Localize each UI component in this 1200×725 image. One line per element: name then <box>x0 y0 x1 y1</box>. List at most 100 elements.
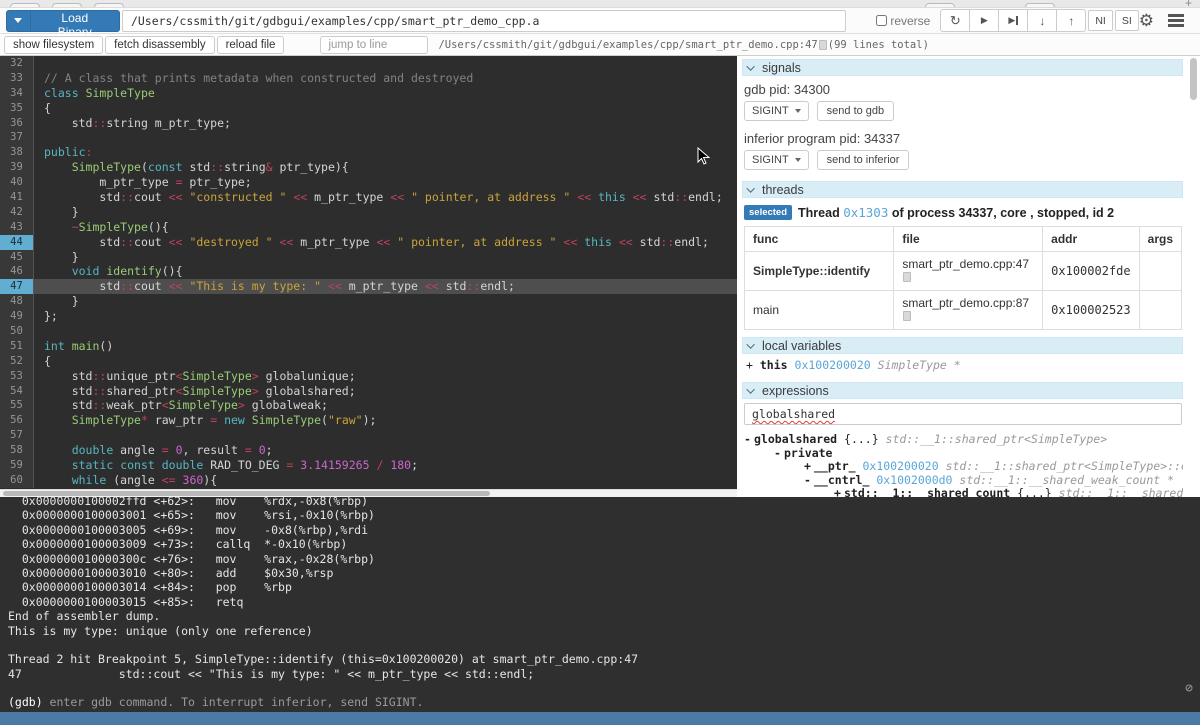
expand-toggle[interactable]: - <box>774 447 784 461</box>
line-number-gutter[interactable]: 55 <box>0 398 34 414</box>
reverse-toggle[interactable]: reverse <box>876 14 930 28</box>
line-number-gutter[interactable]: 45 <box>0 249 34 265</box>
expand-toggle[interactable]: + <box>834 487 844 497</box>
line-number-gutter[interactable]: 38 <box>0 145 34 161</box>
step-into-button[interactable]: ↓ <box>1027 9 1058 32</box>
expand-toggle[interactable]: + <box>804 460 814 474</box>
line-number-gutter[interactable]: 37 <box>0 130 34 146</box>
expressions-panel-header[interactable]: expressions <box>742 382 1183 399</box>
expression-name: std::__1::__shared_count <box>844 487 1018 497</box>
expand-toggle[interactable]: - <box>744 433 754 447</box>
copy-icon[interactable] <box>903 272 912 282</box>
line-number-gutter[interactable]: 46 <box>0 264 34 280</box>
play-icon: ▶ <box>980 15 988 25</box>
line-number-gutter[interactable]: 50 <box>0 324 34 339</box>
reverse-checkbox[interactable] <box>876 15 888 26</box>
line-number-gutter[interactable]: 59 <box>0 458 34 473</box>
code-line: 45 } <box>0 249 737 265</box>
restart-button[interactable]: ↻ <box>940 9 971 32</box>
column-header-args: args <box>1138 226 1183 252</box>
line-number-gutter[interactable]: 52 <box>0 353 34 369</box>
console-line: 0x0000000100003014 <+84>: pop %rbp <box>8 580 292 595</box>
line-number-gutter[interactable]: 41 <box>0 190 34 205</box>
gdb-pid-label: gdb pid: 34300 <box>744 82 831 97</box>
line-number-gutter[interactable]: 35 <box>0 100 34 116</box>
menu-icon[interactable] <box>1168 12 1185 30</box>
line-number-gutter[interactable]: 32 <box>0 56 34 71</box>
next-instruction-button[interactable]: NI <box>1088 10 1113 31</box>
fetch-disassembly-button[interactable]: fetch disassembly <box>105 35 215 54</box>
line-number-gutter[interactable]: 33 <box>0 70 34 86</box>
line-number-gutter[interactable]: 36 <box>0 115 34 131</box>
reload-file-button[interactable]: reload file <box>216 35 285 54</box>
send-to-gdb-button[interactable]: send to gdb <box>816 101 895 121</box>
code-line: 33 // A class that prints metadata when c… <box>0 70 737 86</box>
copy-icon[interactable] <box>818 39 827 50</box>
line-number-gutter[interactable]: 34 <box>0 85 34 101</box>
gdb-prompt-hint: enter gdb command. To interrupt inferior… <box>42 695 424 710</box>
code-line: 53 std::unique_ptr<SimpleType> globaluni… <box>0 368 737 384</box>
step-instruction-button[interactable]: SI <box>1114 10 1139 31</box>
source-code: 32 33 // A class that prints metadata when… <box>0 56 737 489</box>
line-number-gutter[interactable]: 57 <box>0 428 34 444</box>
frame-address-link[interactable]: 0x100002fde <box>1042 251 1140 291</box>
code-line: 34 class SimpleType <box>0 85 737 101</box>
expand-toggle[interactable]: + <box>746 358 753 372</box>
gear-icon[interactable]: ⚙ <box>1139 12 1154 29</box>
signals-panel-header[interactable]: signals <box>742 59 1183 76</box>
load-binary-button[interactable]: Load Binary <box>30 9 120 39</box>
copy-icon[interactable] <box>903 311 912 321</box>
step-out-button[interactable]: ↑ <box>1056 9 1087 32</box>
line-number-gutter[interactable]: 49 <box>0 309 34 325</box>
line-number-gutter[interactable]: 43 <box>0 219 34 235</box>
arrow-up-icon: ↑ <box>1068 13 1075 28</box>
line-number-gutter[interactable]: 39 <box>0 160 34 176</box>
line-number-gutter[interactable]: 44 <box>0 234 34 250</box>
expression-value[interactable]: 0x1002000d0 <box>876 474 959 487</box>
code-text: } <box>44 249 79 264</box>
line-number-gutter[interactable]: 53 <box>0 368 34 384</box>
line-number-gutter[interactable]: 40 <box>0 175 34 191</box>
continue-button[interactable]: ▶ <box>969 9 1000 32</box>
load-binary-dropdown-button[interactable] <box>6 9 31 32</box>
variable-address[interactable]: 0x100200020 <box>795 358 871 372</box>
gdb-prompt-line[interactable]: (gdb) enter gdb command. To interrupt in… <box>8 695 1200 709</box>
line-number-gutter[interactable]: 42 <box>0 204 34 220</box>
send-to-inferior-button[interactable]: send to inferior <box>816 150 910 170</box>
expression-value: {...} <box>1017 487 1059 497</box>
line-number-gutter[interactable]: 56 <box>0 413 34 429</box>
line-number-gutter[interactable]: 58 <box>0 443 34 459</box>
thread-address[interactable]: 0x1303 <box>843 205 888 220</box>
source-code-pane: 32 33 // A class that prints metadata when… <box>0 56 737 497</box>
stack-frame-row[interactable]: main smart_ptr_demo.cpp:87 0x100002523 <box>743 290 1183 330</box>
jump-to-line-input[interactable] <box>320 35 429 54</box>
line-number-gutter[interactable]: 54 <box>0 383 34 399</box>
show-filesystem-button[interactable]: show filesystem <box>4 35 104 54</box>
expression-input[interactable]: globalshared <box>744 403 1182 425</box>
expression-node: + __ptr_ 0x100200020 std::__1::shared_ptr… <box>744 460 1183 474</box>
sidebar-scrollbar-thumb[interactable] <box>1190 58 1197 100</box>
hscrollbar-thumb[interactable] <box>3 491 490 496</box>
gdb-console[interactable]: ⊘ 0x0000000100002ffd <+62>: mov %rdx,-0x… <box>0 497 1200 712</box>
threads-panel-header[interactable]: threads <box>742 181 1183 198</box>
expand-toggle[interactable]: - <box>804 474 814 488</box>
console-line: This is my type: unique (only one refere… <box>8 623 313 638</box>
line-number-gutter[interactable]: 60 <box>0 472 34 488</box>
stack-frame-row[interactable]: SimpleType::identify smart_ptr_demo.cpp:4… <box>743 251 1183 291</box>
frame-address-link[interactable]: 0x100002523 <box>1042 290 1140 330</box>
binary-path-input[interactable] <box>121 9 847 32</box>
gdb-signal-select[interactable]: SIGINT <box>744 101 809 121</box>
locals-panel-header[interactable]: local variables <box>742 337 1183 354</box>
inferior-signal-select[interactable]: SIGINT <box>744 150 809 170</box>
line-number-gutter[interactable]: 48 <box>0 294 34 310</box>
clipped-chrome-strip: + <box>0 0 1200 8</box>
line-number-gutter[interactable]: 47 <box>0 279 34 295</box>
code-text: ~SimpleType(){ <box>71 219 169 234</box>
chevron-down-icon <box>746 183 755 193</box>
expression-value[interactable]: 0x100200020 <box>862 460 945 473</box>
next-button[interactable]: ▶ <box>998 9 1029 32</box>
line-number-gutter[interactable]: 51 <box>0 338 34 354</box>
console-input-bar[interactable] <box>0 712 1200 725</box>
